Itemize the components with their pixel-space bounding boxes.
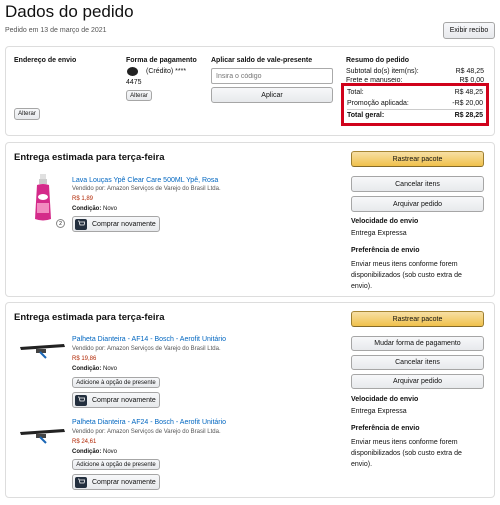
voucher-label: Aplicar saldo de vale-presente (211, 57, 313, 64)
subtotal-value: R$ 48,25 (455, 68, 484, 75)
payment-method-label: Forma de pagamento (126, 57, 197, 64)
voucher-code-input[interactable] (211, 68, 333, 84)
condition-row: Condição: Novo (72, 206, 117, 212)
condition-value: Novo (103, 206, 118, 212)
payment-card-text: (Crédito) **** (146, 68, 187, 75)
shipping-preference-value: Enviar meus itens conforme forem disponi… (351, 439, 462, 468)
divider (347, 109, 483, 110)
condition-value: Novo (103, 449, 118, 455)
detergent-bottle-icon (35, 174, 51, 221)
seller-text: Vendido por: Amazon Serviços de Varejo d… (72, 186, 221, 192)
highlight-box: Total: R$ 48,25 Promoção aplicada: -R$ 2… (341, 83, 489, 126)
product-price: R$ 1,89 (72, 196, 94, 202)
order-date: Pedido em 13 de março de 2021 (5, 27, 107, 34)
promo-row: Promoção aplicada: -R$ 20,00 (347, 100, 483, 107)
print-receipt-button[interactable]: Exibir recibo (443, 22, 495, 39)
buy-again-label: Comprar novamente (92, 478, 156, 486)
subtotal-row: Subtotal do(s) item(ns): R$ 48,25 (346, 68, 484, 75)
shipping-speed-label: Velocidade do envio (351, 218, 419, 225)
product-name-link[interactable]: Palheta Dianteira - AF14 - Bosch - Aerof… (72, 336, 226, 343)
seller-text: Vendido por: Amazon Serviços de Varejo d… (72, 346, 221, 352)
wiper-blade-icon (20, 344, 65, 359)
grand-total-label: Total geral: (347, 112, 385, 119)
product-image[interactable] (18, 426, 68, 446)
total-value: R$ 48,25 (454, 89, 483, 96)
buy-again-icon (75, 394, 87, 406)
shipping-preference-label: Preferência de envio (351, 425, 420, 432)
wiper-blade-icon (20, 429, 65, 444)
card-icon (127, 67, 138, 76)
shipment-panel-1: Entrega estimada para terça-feira 2 Lava… (5, 142, 495, 297)
subtotal-label: Subtotal do(s) item(ns): (346, 68, 419, 75)
track-package-button[interactable]: Rastrear pacote (351, 311, 484, 327)
total-label: Total: (347, 89, 364, 96)
page-title: Dados do pedido (5, 2, 134, 21)
product-price: R$ 24,61 (72, 439, 97, 445)
track-package-button[interactable]: Rastrear pacote (351, 151, 484, 167)
buy-again-label: Comprar novamente (92, 396, 156, 404)
payment-card-last-digits: 4475 (126, 79, 142, 86)
archive-order-button[interactable]: Arquivar pedido (351, 374, 484, 389)
change-payment-method-button[interactable]: Mudar forma de pagamento (351, 336, 484, 351)
condition-row: Condição: Novo (72, 366, 117, 372)
order-summary-label: Resumo do pedido (346, 57, 409, 64)
order-summary-panel: Endereço de envio Alterar Forma de pagam… (5, 46, 495, 136)
promo-value: -R$ 20,00 (452, 100, 483, 107)
apply-voucher-button[interactable]: Aplicar (211, 87, 333, 103)
buy-again-icon (75, 218, 87, 230)
cancel-items-button[interactable]: Cancelar itens (351, 176, 484, 192)
shipping-address-label: Endereço de envio (14, 57, 77, 64)
shipment-heading: Entrega estimada para terça-feira (14, 152, 165, 163)
condition-label: Condição: (72, 206, 102, 212)
shipping-preference-label: Preferência de envio (351, 247, 420, 254)
product-name-link[interactable]: Palheta Dianteira - AF24 - Bosch - Aerof… (72, 419, 226, 426)
buy-again-button[interactable]: Comprar novamente (72, 216, 160, 232)
shipping-preference-value: Enviar meus itens conforme forem disponi… (351, 261, 462, 290)
cancel-items-button[interactable]: Cancelar itens (351, 355, 484, 370)
product-image[interactable] (18, 341, 68, 361)
condition-value: Novo (103, 366, 118, 372)
add-gift-option-button[interactable]: Adicione à opção de presente (72, 377, 160, 388)
buy-again-icon (75, 476, 87, 488)
shipping-speed-value: Entrega Expressa (351, 230, 407, 237)
condition-row: Condição: Novo (72, 449, 117, 455)
grand-total-row: Total geral: R$ 28,25 (347, 112, 483, 119)
archive-order-button[interactable]: Arquivar pedido (351, 196, 484, 212)
shipment-heading: Entrega estimada para terça-feira (14, 312, 165, 323)
quantity-badge: 2 (56, 219, 65, 228)
buy-again-button[interactable]: Comprar novamente (72, 392, 160, 408)
total-row: Total: R$ 48,25 (347, 89, 483, 96)
condition-label: Condição: (72, 366, 102, 372)
buy-again-button[interactable]: Comprar novamente (72, 474, 160, 490)
add-gift-option-button[interactable]: Adicione à opção de presente (72, 459, 160, 470)
change-payment-button[interactable]: Alterar (126, 90, 152, 101)
product-name-link[interactable]: Lava Louças Ypê Clear Care 500ML Ypê, Ro… (72, 177, 218, 184)
shipment-panel-2: Entrega estimada para terça-feira Palhet… (5, 302, 495, 498)
product-image[interactable] (28, 173, 58, 223)
shipping-speed-label: Velocidade do envio (351, 396, 419, 403)
product-price: R$ 19,86 (72, 356, 97, 362)
change-address-button[interactable]: Alterar (14, 108, 40, 120)
shipping-speed-value: Entrega Expressa (351, 408, 407, 415)
condition-label: Condição: (72, 449, 102, 455)
grand-total-value: R$ 28,25 (454, 112, 483, 119)
promo-label: Promoção aplicada: (347, 100, 409, 107)
buy-again-label: Comprar novamente (92, 220, 156, 228)
seller-text: Vendido por: Amazon Serviços de Varejo d… (72, 429, 221, 435)
